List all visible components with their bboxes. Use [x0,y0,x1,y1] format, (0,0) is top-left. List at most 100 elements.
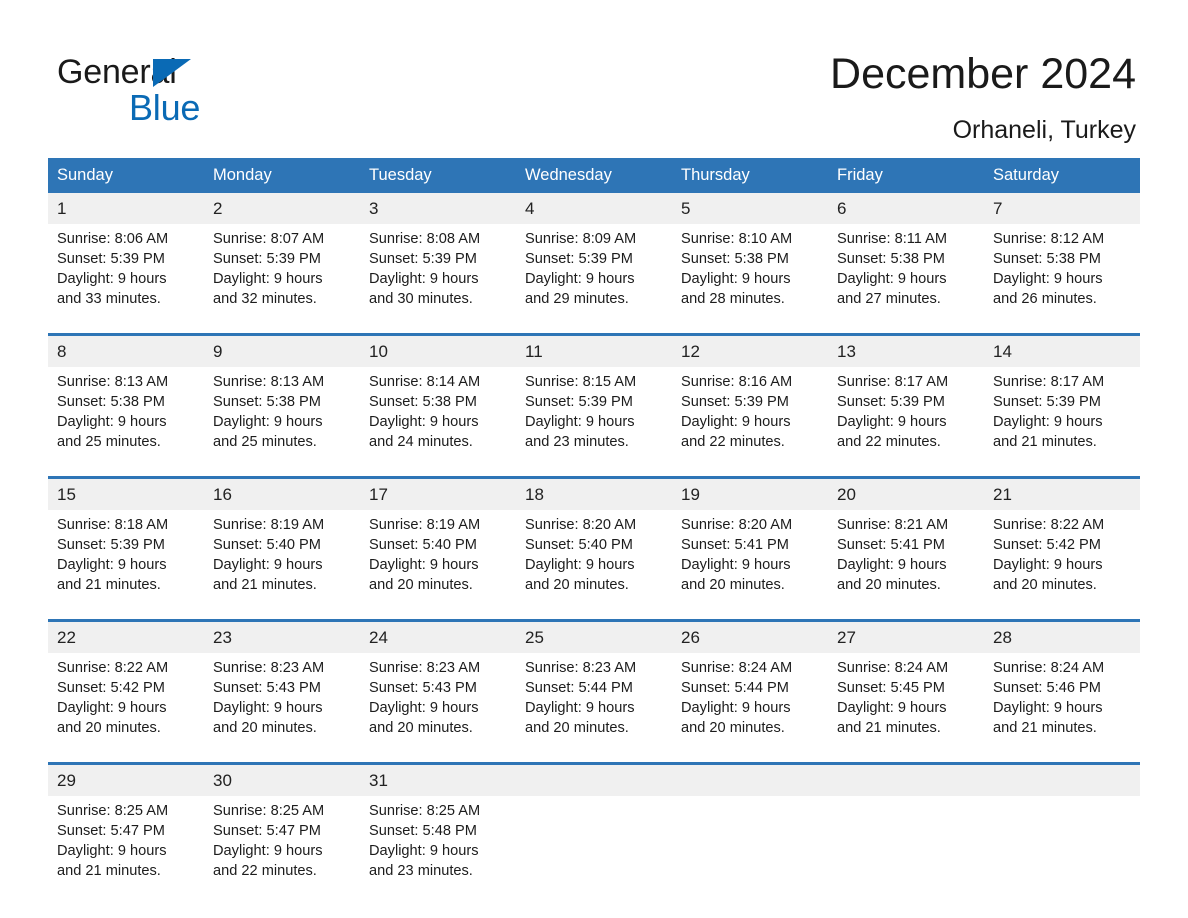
day-daylight-2-text: and 20 minutes. [993,577,1097,593]
day-sunrise-text: Sunrise: 8:22 AM [57,660,169,676]
day-daylight-2-text: and 20 minutes. [57,720,161,736]
day-cell: Sunrise: 8:14 AM Sunset: 5:38 PM Daylight:… [360,367,516,478]
day-cell: Sunrise: 8:17 AM Sunset: 5:39 PM Daylight:… [828,367,984,478]
day-daylight-1-text: Daylight: 9 hours [213,271,323,287]
day-sunrise-text: Sunrise: 8:17 AM [993,374,1105,390]
day-sunrise-text: Sunrise: 8:12 AM [993,231,1105,247]
day-number[interactable]: 15 [48,476,204,510]
day-number[interactable]: 13 [828,333,984,367]
day-number[interactable]: 3 [360,193,516,224]
day-daylight-2-text: and 29 minutes. [525,291,629,307]
day-daylight-2-text: and 21 minutes. [213,577,317,593]
day-cell: Sunrise: 8:24 AM Sunset: 5:44 PM Daylight:… [672,653,828,764]
day-daylight-2-text: and 24 minutes. [369,434,473,450]
day-number[interactable]: 19 [672,476,828,510]
day-daylight-1-text: Daylight: 9 hours [681,414,791,430]
day-daylight-1-text: Daylight: 9 hours [993,557,1103,573]
day-sunset-text: Sunset: 5:41 PM [837,537,945,553]
title-block: December 2024 Orhaneli, Turkey [830,48,1136,146]
week-info-row: Sunrise: 8:22 AM Sunset: 5:42 PM Daylight:… [48,653,1140,764]
day-sunset-text: Sunset: 5:40 PM [369,537,477,553]
day-number[interactable]: 8 [48,333,204,367]
general-blue-logo[interactable]: General Blue [57,52,357,132]
weekday-header-sunday: Sunday [48,158,204,193]
day-number[interactable]: 30 [204,762,360,796]
calendar-body: 1 2 3 4 5 6 7 Sunrise: 8:06 AM Sunset: 5:39 PM Da… [48,193,1140,905]
day-sunrise-text: Sunrise: 8:16 AM [681,374,793,390]
day-daylight-2-text: and 20 minutes. [369,577,473,593]
week-info-row: Sunrise: 8:13 AM Sunset: 5:38 PM Daylight:… [48,367,1140,478]
day-number[interactable]: 27 [828,619,984,653]
day-cell: Sunrise: 8:20 AM Sunset: 5:40 PM Daylight:… [516,510,672,621]
day-number[interactable]: 20 [828,476,984,510]
day-daylight-1-text: Daylight: 9 hours [993,414,1103,430]
day-sunset-text: Sunset: 5:39 PM [213,251,321,267]
day-sunrise-text: Sunrise: 8:20 AM [525,517,637,533]
day-daylight-1-text: Daylight: 9 hours [681,271,791,287]
day-number[interactable]: 18 [516,476,672,510]
day-daylight-1-text: Daylight: 9 hours [837,271,947,287]
day-cell: Sunrise: 8:25 AM Sunset: 5:47 PM Daylight:… [48,796,204,905]
day-cell: Sunrise: 8:22 AM Sunset: 5:42 PM Daylight:… [984,510,1140,621]
day-cell-empty [984,796,1140,905]
day-number[interactable]: 2 [204,193,360,224]
day-number[interactable]: 29 [48,762,204,796]
day-number[interactable]: 24 [360,619,516,653]
day-cell: Sunrise: 8:13 AM Sunset: 5:38 PM Daylight:… [48,367,204,478]
day-cell: Sunrise: 8:09 AM Sunset: 5:39 PM Daylight:… [516,224,672,335]
day-sunset-text: Sunset: 5:39 PM [369,251,477,267]
day-number[interactable]: 28 [984,619,1140,653]
day-number[interactable]: 5 [672,193,828,224]
day-sunset-text: Sunset: 5:38 PM [837,251,945,267]
day-sunrise-text: Sunrise: 8:09 AM [525,231,637,247]
day-number[interactable]: 31 [360,762,516,796]
week-daynumber-row: 8 9 10 11 12 13 14 [48,333,1140,367]
day-sunrise-text: Sunrise: 8:15 AM [525,374,637,390]
day-number[interactable]: 16 [204,476,360,510]
day-daylight-2-text: and 28 minutes. [681,291,785,307]
day-daylight-2-text: and 20 minutes. [681,577,785,593]
day-daylight-1-text: Daylight: 9 hours [837,700,947,716]
day-number[interactable]: 25 [516,619,672,653]
day-sunrise-text: Sunrise: 8:23 AM [525,660,637,676]
day-sunrise-text: Sunrise: 8:14 AM [369,374,481,390]
day-sunset-text: Sunset: 5:38 PM [681,251,789,267]
week-daynumber-row: 29 30 31 [48,762,1140,796]
day-sunset-text: Sunset: 5:39 PM [525,251,633,267]
day-cell: Sunrise: 8:23 AM Sunset: 5:44 PM Daylight:… [516,653,672,764]
day-number[interactable]: 10 [360,333,516,367]
week-info-row: Sunrise: 8:25 AM Sunset: 5:47 PM Daylight:… [48,796,1140,905]
day-sunset-text: Sunset: 5:43 PM [369,680,477,696]
day-cell: Sunrise: 8:07 AM Sunset: 5:39 PM Daylight:… [204,224,360,335]
day-number[interactable]: 21 [984,476,1140,510]
day-sunrise-text: Sunrise: 8:24 AM [837,660,949,676]
day-sunset-text: Sunset: 5:47 PM [213,823,321,839]
day-sunset-text: Sunset: 5:45 PM [837,680,945,696]
day-cell-empty [516,796,672,905]
day-number[interactable]: 12 [672,333,828,367]
day-number[interactable]: 6 [828,193,984,224]
day-number[interactable]: 22 [48,619,204,653]
day-number[interactable]: 11 [516,333,672,367]
day-daylight-2-text: and 20 minutes. [369,720,473,736]
calendar-container: Sunday Monday Tuesday Wednesday Thursday Frid… [48,158,1140,905]
logo-triangle-icon [153,59,191,87]
day-number[interactable]: 14 [984,333,1140,367]
day-daylight-2-text: and 21 minutes. [57,863,161,879]
day-number[interactable]: 4 [516,193,672,224]
day-sunset-text: Sunset: 5:39 PM [993,394,1101,410]
day-number[interactable]: 23 [204,619,360,653]
calendar-table: Sunday Monday Tuesday Wednesday Thursday Frid… [48,158,1140,905]
day-number[interactable]: 1 [48,193,204,224]
day-number[interactable]: 9 [204,333,360,367]
day-sunset-text: Sunset: 5:44 PM [681,680,789,696]
day-cell: Sunrise: 8:21 AM Sunset: 5:41 PM Daylight:… [828,510,984,621]
day-daylight-1-text: Daylight: 9 hours [369,843,479,859]
day-sunset-text: Sunset: 5:38 PM [369,394,477,410]
day-daylight-2-text: and 21 minutes. [993,720,1097,736]
day-number[interactable]: 26 [672,619,828,653]
day-daylight-2-text: and 20 minutes. [525,720,629,736]
day-cell: Sunrise: 8:18 AM Sunset: 5:39 PM Daylight:… [48,510,204,621]
day-number[interactable]: 17 [360,476,516,510]
day-number[interactable]: 7 [984,193,1140,224]
